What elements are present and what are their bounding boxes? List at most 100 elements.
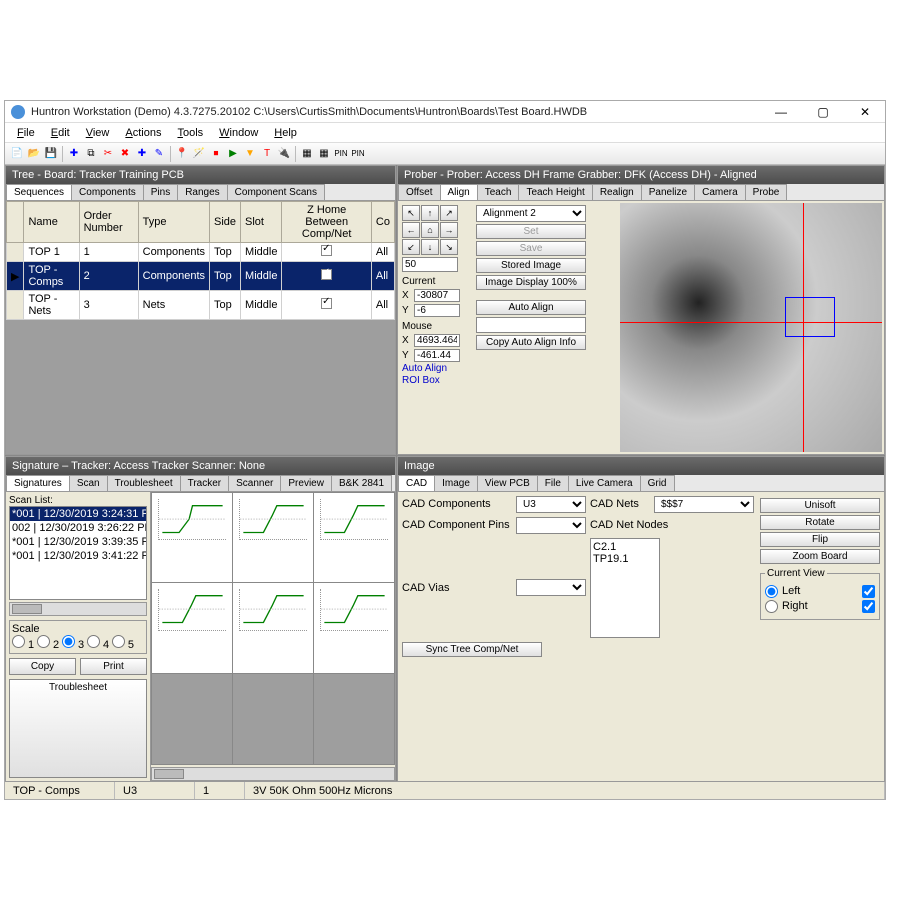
nav-downleft-icon[interactable]: ↙ bbox=[402, 239, 420, 255]
tab-offset[interactable]: Offset bbox=[398, 184, 441, 200]
menu-edit[interactable]: Edit bbox=[43, 125, 78, 141]
tool-pin2-icon[interactable]: PIN bbox=[350, 146, 366, 162]
tab-grid[interactable]: Grid bbox=[640, 475, 675, 491]
maximize-button[interactable]: ▢ bbox=[809, 103, 837, 121]
tab-scan[interactable]: Scan bbox=[69, 475, 108, 491]
mouse-y-input[interactable] bbox=[414, 349, 460, 362]
view-left-radio[interactable] bbox=[765, 585, 778, 598]
tab-scanner[interactable]: Scanner bbox=[228, 475, 281, 491]
tool-editrange-icon[interactable]: ✎ bbox=[151, 146, 167, 162]
tab-probe[interactable]: Probe bbox=[745, 184, 788, 200]
camera-view[interactable] bbox=[620, 203, 882, 452]
tool-open-icon[interactable]: 📂 bbox=[26, 146, 42, 162]
save-button[interactable]: Save bbox=[476, 241, 586, 256]
menu-tools[interactable]: Tools bbox=[169, 125, 211, 141]
step-input[interactable] bbox=[402, 257, 458, 272]
scanlist-scrollbar[interactable] bbox=[9, 602, 147, 616]
menu-actions[interactable]: Actions bbox=[117, 125, 169, 141]
tool-board2-icon[interactable]: ▦ bbox=[316, 146, 332, 162]
troublesheet-button[interactable]: Troublesheet bbox=[9, 679, 147, 778]
minimize-button[interactable]: — bbox=[767, 103, 795, 121]
nav-upleft-icon[interactable]: ↖ bbox=[402, 205, 420, 221]
tool-connect-icon[interactable]: 🔌 bbox=[276, 146, 292, 162]
tab-sequences[interactable]: Sequences bbox=[6, 184, 72, 200]
tab-cad[interactable]: CAD bbox=[398, 475, 435, 491]
signature-cell[interactable] bbox=[152, 493, 232, 583]
tool-pin-icon[interactable]: 📍 bbox=[174, 146, 190, 162]
cad-vias-select[interactable] bbox=[516, 579, 586, 596]
nav-down-icon[interactable]: ↓ bbox=[421, 239, 439, 255]
unisoft-button[interactable]: Unisoft bbox=[760, 498, 880, 513]
tool-copy-icon[interactable]: ⧉ bbox=[83, 146, 99, 162]
nav-downright-icon[interactable]: ↘ bbox=[440, 239, 458, 255]
mouse-x-input[interactable] bbox=[414, 334, 460, 347]
tool-board1-icon[interactable]: ▦ bbox=[299, 146, 315, 162]
rotate-button[interactable]: Rotate bbox=[760, 515, 880, 530]
scale-2[interactable]: 2 bbox=[37, 639, 59, 651]
list-item[interactable]: C2.1 bbox=[593, 541, 657, 553]
tool-filter-icon[interactable]: ▼ bbox=[242, 146, 258, 162]
tab-signatures[interactable]: Signatures bbox=[6, 475, 70, 491]
alignment-select[interactable]: Alignment 2 bbox=[476, 205, 586, 222]
nav-right-icon[interactable]: → bbox=[440, 222, 458, 238]
tool-wand-icon[interactable]: 🪄 bbox=[191, 146, 207, 162]
tab-panelize[interactable]: Panelize bbox=[641, 184, 695, 200]
table-row[interactable]: TOP 11Components TopMiddleAll bbox=[7, 243, 395, 262]
signature-cell[interactable] bbox=[152, 583, 232, 673]
copy-button[interactable]: Copy bbox=[9, 658, 76, 675]
tool-play-icon[interactable]: ▶ bbox=[225, 146, 241, 162]
tool-addrange-icon[interactable]: ✚ bbox=[134, 146, 150, 162]
signature-cell[interactable] bbox=[233, 583, 313, 673]
current-y-input[interactable] bbox=[414, 304, 460, 317]
nav-home-icon[interactable]: ⌂ bbox=[421, 222, 439, 238]
tab-viewpcb[interactable]: View PCB bbox=[477, 475, 538, 491]
tool-pin1-icon[interactable]: PIN bbox=[333, 146, 349, 162]
table-row[interactable]: ▶ TOP - Comps2Components TopMiddleAll bbox=[7, 262, 395, 291]
tab-realign[interactable]: Realign bbox=[592, 184, 642, 200]
scale-1[interactable]: 1 bbox=[12, 639, 34, 651]
checkbox-icon[interactable] bbox=[321, 269, 332, 280]
tab-troublesheet[interactable]: Troublesheet bbox=[107, 475, 181, 491]
tool-add-icon[interactable]: ✚ bbox=[66, 146, 82, 162]
signature-cell[interactable] bbox=[314, 583, 394, 673]
scale-4[interactable]: 4 bbox=[87, 639, 109, 651]
tab-file[interactable]: File bbox=[537, 475, 569, 491]
auto-align-button[interactable]: Auto Align bbox=[476, 300, 586, 315]
cad-pins-select[interactable] bbox=[516, 517, 586, 534]
signature-cell[interactable] bbox=[233, 493, 313, 583]
tool-cut-icon[interactable]: ✂ bbox=[100, 146, 116, 162]
cad-components-select[interactable]: U3 bbox=[516, 496, 586, 513]
tab-teach-height[interactable]: Teach Height bbox=[518, 184, 592, 200]
tab-preview[interactable]: Preview bbox=[280, 475, 332, 491]
tab-tracker[interactable]: Tracker bbox=[180, 475, 230, 491]
nav-upright-icon[interactable]: ↗ bbox=[440, 205, 458, 221]
sequence-table[interactable]: NameOrder NumberType SideSlotZ Home Betw… bbox=[6, 201, 395, 320]
view-right-check[interactable] bbox=[862, 600, 875, 613]
tab-camera[interactable]: Camera bbox=[694, 184, 746, 200]
nav-left-icon[interactable]: ← bbox=[402, 222, 420, 238]
list-item[interactable]: *001 | 12/30/2019 3:24:31 PM bbox=[10, 507, 146, 521]
tab-ranges[interactable]: Ranges bbox=[177, 184, 227, 200]
autoalign-link[interactable]: Auto Align bbox=[402, 363, 447, 374]
tab-align[interactable]: Align bbox=[440, 184, 478, 200]
tool-stop-icon[interactable]: ⏹ bbox=[208, 146, 224, 162]
scale-3[interactable]: 3 bbox=[62, 639, 84, 651]
cad-nets-select[interactable]: $$$7 bbox=[654, 496, 754, 513]
tool-new-icon[interactable]: 📄 bbox=[9, 146, 25, 162]
view-left-check[interactable] bbox=[862, 585, 875, 598]
tab-pins[interactable]: Pins bbox=[143, 184, 178, 200]
signature-cell[interactable] bbox=[314, 493, 394, 583]
sync-button[interactable]: Sync Tree Comp/Net bbox=[402, 642, 542, 657]
tab-livecamera[interactable]: Live Camera bbox=[568, 475, 641, 491]
scale-5[interactable]: 5 bbox=[112, 639, 134, 651]
zoom-board-button[interactable]: Zoom Board bbox=[760, 549, 880, 564]
tool-delete-icon[interactable]: ✖ bbox=[117, 146, 133, 162]
flip-button[interactable]: Flip bbox=[760, 532, 880, 547]
table-row[interactable]: TOP - Nets3Nets TopMiddleAll bbox=[7, 291, 395, 320]
print-button[interactable]: Print bbox=[80, 658, 147, 675]
net-nodes-list[interactable]: C2.1 TP19.1 bbox=[590, 538, 660, 638]
tab-teach[interactable]: Teach bbox=[477, 184, 520, 200]
tab-components[interactable]: Components bbox=[71, 184, 144, 200]
checkbox-icon[interactable] bbox=[321, 298, 332, 309]
tool-tree-icon[interactable]: T bbox=[259, 146, 275, 162]
